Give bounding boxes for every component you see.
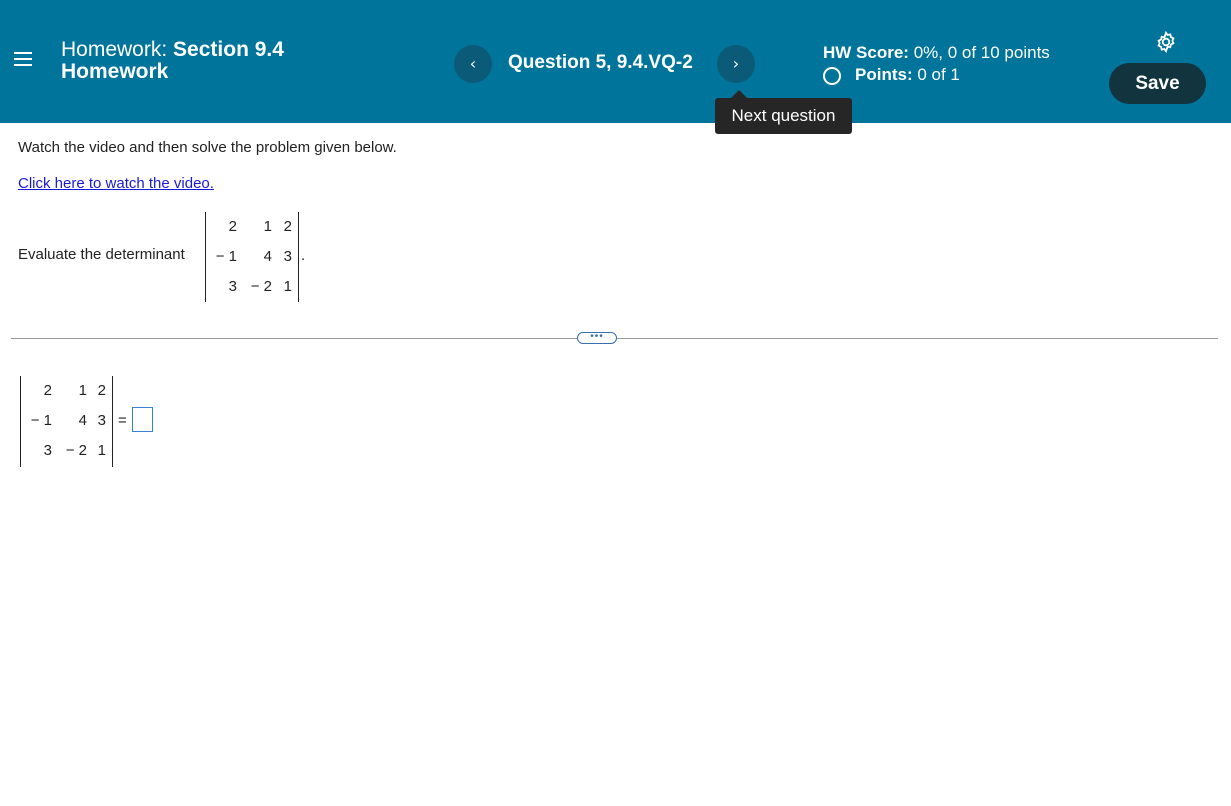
divider-handle[interactable]: ••• [577, 332, 617, 344]
hamburger-icon[interactable] [14, 52, 34, 72]
circle-icon [823, 67, 841, 85]
instructions-text: Watch the video and then solve the probl… [18, 139, 397, 156]
matrix-cell: 2 [43, 382, 52, 399]
next-question-tooltip: Next question [715, 98, 852, 134]
chevron-left-icon: ‹ [469, 54, 477, 73]
points-value: 0 of 1 [917, 65, 960, 84]
evaluate-label: Evaluate the determinant [18, 246, 185, 263]
header-bar: Homework: Section 9.4 Homework ‹ Questio… [0, 0, 1231, 123]
hw-score-value: 0%, 0 of 10 points [913, 43, 1050, 62]
hw-score: HW Score: 0%, 0 of 10 points [823, 42, 1050, 64]
matrix-cell: 2 [228, 218, 237, 235]
answer-input[interactable] [132, 407, 153, 432]
title-line2: Homework [61, 60, 169, 83]
matrix-cell: 3 [228, 278, 237, 295]
chevron-right-icon: › [732, 54, 740, 73]
matrix-cell: 2 [97, 382, 106, 399]
title-prefix: Homework: [61, 38, 168, 61]
question-label: Question 5, 9.4.VQ-2 [508, 52, 693, 73]
previous-question-button[interactable]: ‹ [454, 45, 492, 83]
next-question-button[interactable]: › [717, 45, 755, 83]
hw-score-label: HW Score: [823, 43, 909, 62]
points-label: Points: [855, 65, 913, 84]
matrix-cell: 3 [97, 412, 106, 429]
matrix-cell: − 1 [30, 412, 52, 429]
matrix-cell: 3 [43, 442, 52, 459]
video-link[interactable]: Click here to watch the video. [18, 175, 214, 192]
matrix-cell: 3 [283, 248, 292, 265]
matrix-cell: 1 [283, 278, 292, 295]
save-button[interactable]: Save [1109, 63, 1206, 104]
assignment-title: Homework: Section 9.4 Homework [61, 39, 284, 83]
period: . [301, 247, 306, 264]
matrix-cell: 2 [283, 218, 292, 235]
points: Points: 0 of 1 [823, 64, 1050, 86]
matrix-cell: 1 [97, 442, 106, 459]
question-determinant: 2 1 2 − 1 4 3 3 − 2 1 [205, 212, 299, 302]
answer-determinant: 2 1 2 − 1 4 3 3 − 2 1 [20, 376, 113, 467]
matrix-cell: − 1 [215, 248, 237, 265]
equals-sign: = [118, 412, 127, 429]
title-section: Section 9.4 [173, 38, 284, 61]
score-panel: HW Score: 0%, 0 of 10 points Points: 0 o… [823, 42, 1050, 86]
gear-icon[interactable] [1154, 30, 1178, 54]
